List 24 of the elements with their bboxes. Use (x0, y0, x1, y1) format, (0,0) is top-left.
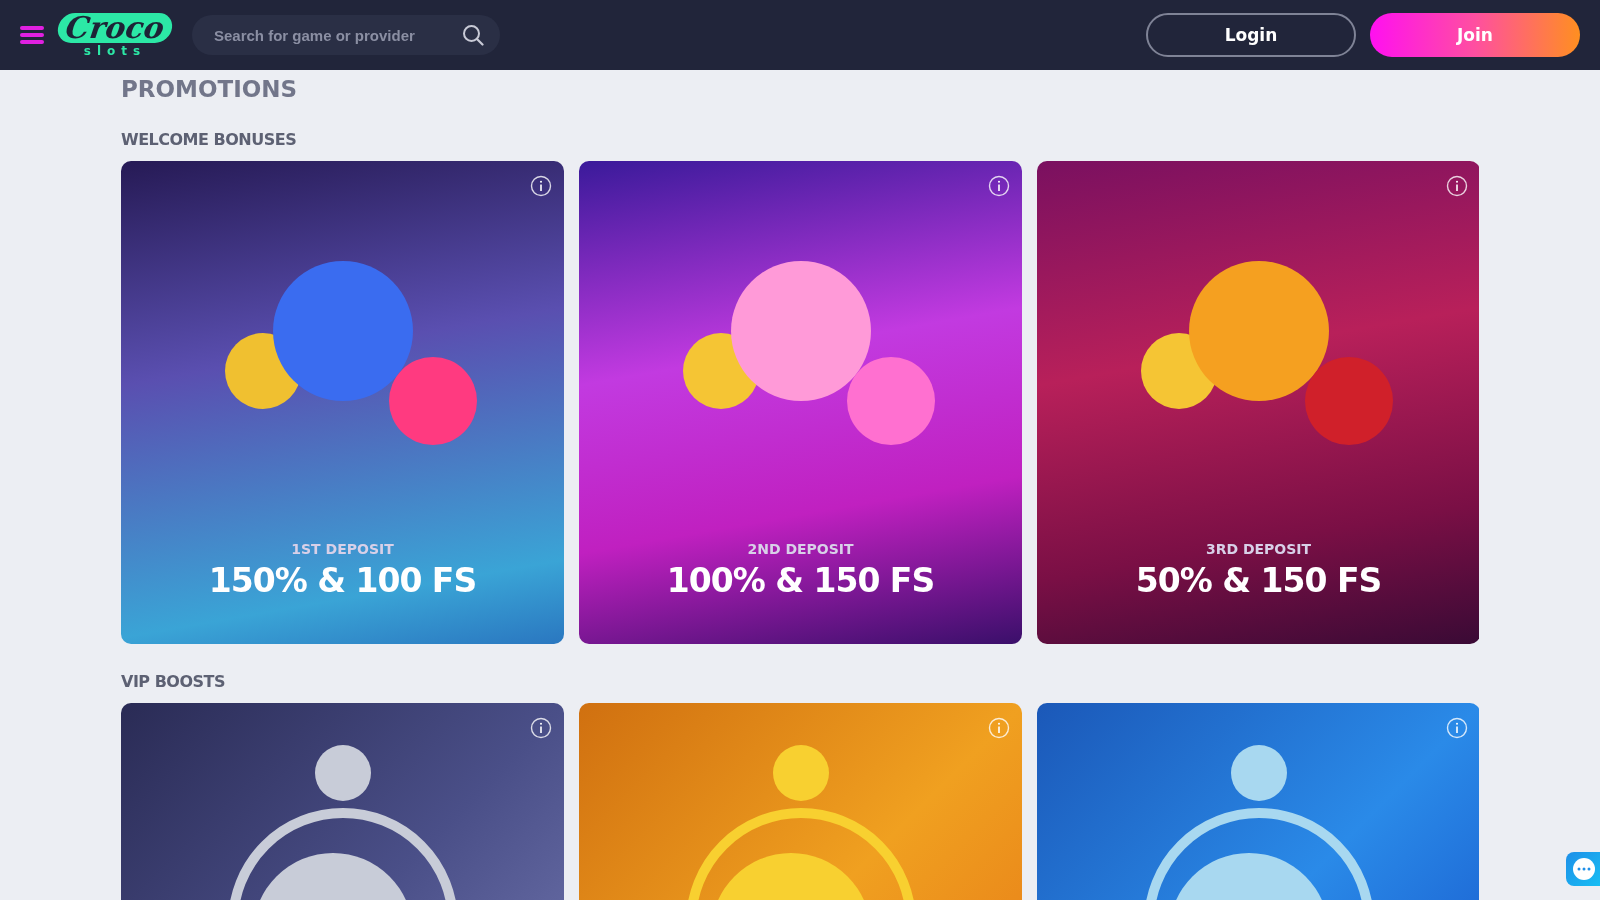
card-subtitle: 2ND DEPOSIT (747, 541, 854, 557)
promo-card[interactable]: 3RD DEPOSIT 50% & 150 FS (1037, 161, 1479, 644)
info-icon[interactable] (530, 175, 552, 197)
card-title: 50% & 150 FS (1135, 561, 1382, 600)
chat-button[interactable] (1566, 852, 1600, 886)
info-icon[interactable] (988, 175, 1010, 197)
section-title: WELCOME BONUSES (121, 130, 298, 149)
login-button[interactable]: Login (1146, 13, 1356, 57)
logo-tagline: slots (83, 45, 147, 57)
card-subtitle: 3RD DEPOSIT (1205, 541, 1312, 557)
logo-wordmark[interactable]: Croco (55, 13, 175, 43)
menu-icon[interactable] (20, 25, 44, 45)
info-icon[interactable] (530, 717, 552, 739)
search-icon[interactable] (461, 24, 484, 46)
search-input[interactable]: Search for game or provider (211, 25, 456, 45)
chat-icon (1572, 857, 1596, 881)
page-title: PROMOTIONS (121, 76, 299, 102)
section-title: VIP BOOSTS (121, 672, 226, 691)
card-title: 150% & 100 FS (208, 561, 477, 600)
card-subtitle: 1ST DEPOSIT (291, 541, 394, 557)
search-field[interactable]: Search for game or provider (191, 15, 500, 55)
card-title: 100% & 150 FS (666, 561, 935, 600)
promo-card[interactable]: 2ND DEPOSIT 100% & 150 FS (579, 161, 1022, 644)
info-icon[interactable] (1446, 175, 1468, 197)
